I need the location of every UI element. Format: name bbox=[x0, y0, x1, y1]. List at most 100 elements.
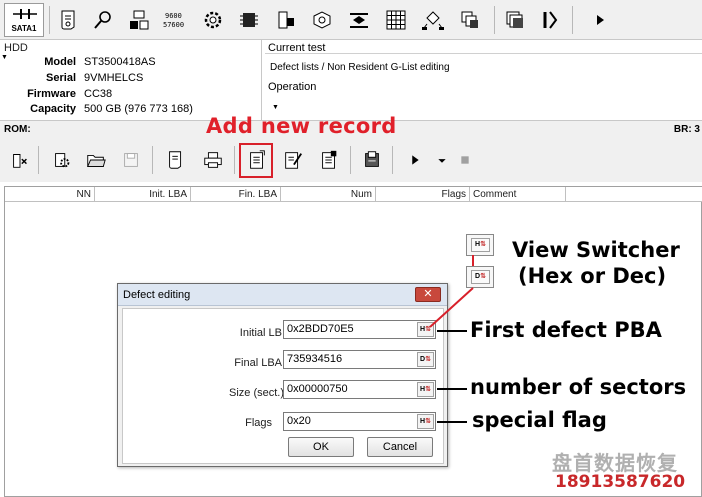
rom-label: ROM: bbox=[4, 124, 31, 135]
panel-divider bbox=[265, 53, 702, 54]
script-icon bbox=[61, 10, 75, 30]
toolbar-separator bbox=[234, 146, 235, 174]
drive-button[interactable] bbox=[307, 4, 337, 36]
flags-value: 0x20 bbox=[287, 415, 311, 427]
hdd-row-serial: Serial 9VMHELCS bbox=[0, 72, 262, 87]
play-icon bbox=[412, 155, 419, 165]
final-lba-input[interactable]: 735934516 D⇅ bbox=[283, 350, 436, 369]
device-button[interactable] bbox=[124, 4, 154, 36]
print-button[interactable] bbox=[199, 146, 227, 174]
defect-toolbar bbox=[0, 138, 702, 182]
flags-mode-switch[interactable]: H⇅ bbox=[417, 414, 434, 429]
edit-record-button[interactable] bbox=[279, 146, 307, 174]
column-comment[interactable]: Comment bbox=[470, 187, 566, 202]
final-lba-mode-switch[interactable]: D⇅ bbox=[417, 352, 434, 367]
num-sectors-pointer bbox=[437, 388, 467, 390]
print-icon bbox=[204, 152, 222, 168]
gear-icon bbox=[204, 11, 222, 29]
network-button[interactable] bbox=[418, 4, 448, 36]
add-new-record-callout: Add new record bbox=[206, 114, 397, 138]
toolbar-separator bbox=[572, 6, 573, 34]
toolbar-separator bbox=[392, 146, 393, 174]
stop-icon bbox=[461, 156, 469, 164]
hex-view-switcher[interactable]: H⇅ bbox=[466, 234, 494, 256]
swap-arrow-icon: ⇅ bbox=[480, 273, 486, 280]
search-button[interactable] bbox=[88, 4, 118, 36]
initial-lba-value: 0x2BDD70E5 bbox=[287, 323, 354, 335]
sata-connector-icon bbox=[13, 9, 37, 19]
hdd-value: CC38 bbox=[84, 88, 113, 100]
view-switcher-title: View Switcher bbox=[512, 238, 680, 262]
swap-arrow-icon: ⇅ bbox=[425, 418, 431, 425]
initial-lba-input[interactable]: 0x2BDD70E5 H⇅ bbox=[283, 320, 436, 339]
board-button[interactable] bbox=[271, 4, 301, 36]
delete-record-button[interactable] bbox=[315, 146, 343, 174]
final-lba-label: Final LBA bbox=[234, 357, 282, 369]
layers-button[interactable] bbox=[344, 4, 374, 36]
settings-button[interactable] bbox=[198, 4, 228, 36]
column-flags[interactable]: Flags bbox=[376, 187, 470, 202]
hdd-key: Serial bbox=[46, 72, 76, 84]
run-button[interactable] bbox=[401, 146, 429, 174]
operation-title: Operation bbox=[268, 81, 317, 93]
script-button[interactable] bbox=[162, 146, 190, 174]
flags-input[interactable]: 0x20 H⇅ bbox=[283, 412, 436, 431]
windows-icon bbox=[461, 11, 478, 28]
dec-view-switcher[interactable]: D⇅ bbox=[466, 266, 494, 288]
column-init-lba[interactable]: Init. LBA bbox=[95, 187, 191, 202]
counter-bottom: 57600 bbox=[163, 21, 184, 29]
initial-lba-mode-switch[interactable]: H⇅ bbox=[417, 322, 434, 337]
ok-button[interactable]: OK bbox=[288, 437, 354, 457]
run-button[interactable] bbox=[585, 4, 615, 36]
layers-stack-button[interactable] bbox=[500, 4, 530, 36]
save-icon bbox=[124, 153, 138, 167]
export-icon bbox=[365, 151, 379, 167]
chip-icon bbox=[240, 13, 258, 27]
hdd-row-model: Model ST3500418AS bbox=[0, 56, 262, 71]
toolbar-separator bbox=[38, 146, 39, 174]
network-icon bbox=[422, 11, 444, 30]
column-fin-lba[interactable]: Fin. LBA bbox=[191, 187, 281, 202]
column-nn[interactable]: NN bbox=[5, 187, 95, 202]
search-icon bbox=[94, 11, 111, 29]
current-test-value: Defect lists / Non Resident G-List editi… bbox=[270, 62, 450, 73]
stop-button[interactable] bbox=[451, 146, 479, 174]
interface-selector-button[interactable]: SATA1 bbox=[4, 3, 44, 37]
initial-lba-label: Initial LB bbox=[239, 327, 282, 339]
close-button[interactable]: ✕ bbox=[415, 287, 441, 302]
settings-button[interactable] bbox=[48, 146, 76, 174]
open-button[interactable] bbox=[82, 146, 110, 174]
grid-button[interactable] bbox=[381, 4, 411, 36]
export-button[interactable] bbox=[358, 146, 386, 174]
dialog-title: Defect editing bbox=[123, 289, 191, 301]
hdd-row-firmware: Firmware CC38 bbox=[0, 88, 262, 103]
hdd-info-panel: HDD ▼ Model ST3500418AS Serial 9VMHELCS … bbox=[0, 40, 262, 120]
windows-button[interactable] bbox=[455, 4, 485, 36]
br-label: BR: 3 bbox=[673, 124, 700, 135]
play-icon bbox=[597, 15, 604, 25]
chip-button[interactable] bbox=[234, 4, 264, 36]
hdd-key: Firmware bbox=[27, 88, 76, 100]
counter-top: 9600 bbox=[165, 12, 182, 20]
special-flag-pointer bbox=[437, 421, 467, 423]
column-num[interactable]: Num bbox=[281, 187, 376, 202]
hdd-value: ST3500418AS bbox=[84, 56, 156, 68]
size-input[interactable]: 0x00000750 H⇅ bbox=[283, 380, 436, 399]
swap-arrow-icon: ⇅ bbox=[425, 356, 431, 363]
script-icon bbox=[169, 151, 182, 169]
size-mode-switch[interactable]: H⇅ bbox=[417, 382, 434, 397]
final-lba-value: 735934516 bbox=[287, 353, 343, 365]
edit-record-icon bbox=[285, 152, 303, 169]
tools-button[interactable] bbox=[535, 4, 565, 36]
clear-button[interactable] bbox=[6, 146, 34, 174]
board-icon bbox=[278, 11, 294, 29]
script-button[interactable] bbox=[54, 4, 84, 36]
cancel-button[interactable]: Cancel bbox=[367, 437, 433, 457]
baud-rate-button[interactable]: 9600 57600 bbox=[160, 4, 190, 36]
toolbar-separator bbox=[494, 6, 495, 34]
delete-record-icon bbox=[322, 150, 337, 169]
add-record-highlight bbox=[239, 143, 273, 178]
current-test-panel: Current test Defect lists / Non Resident… bbox=[262, 40, 702, 120]
operation-expand-icon[interactable]: ▼ bbox=[272, 104, 279, 111]
save-button[interactable] bbox=[117, 146, 145, 174]
